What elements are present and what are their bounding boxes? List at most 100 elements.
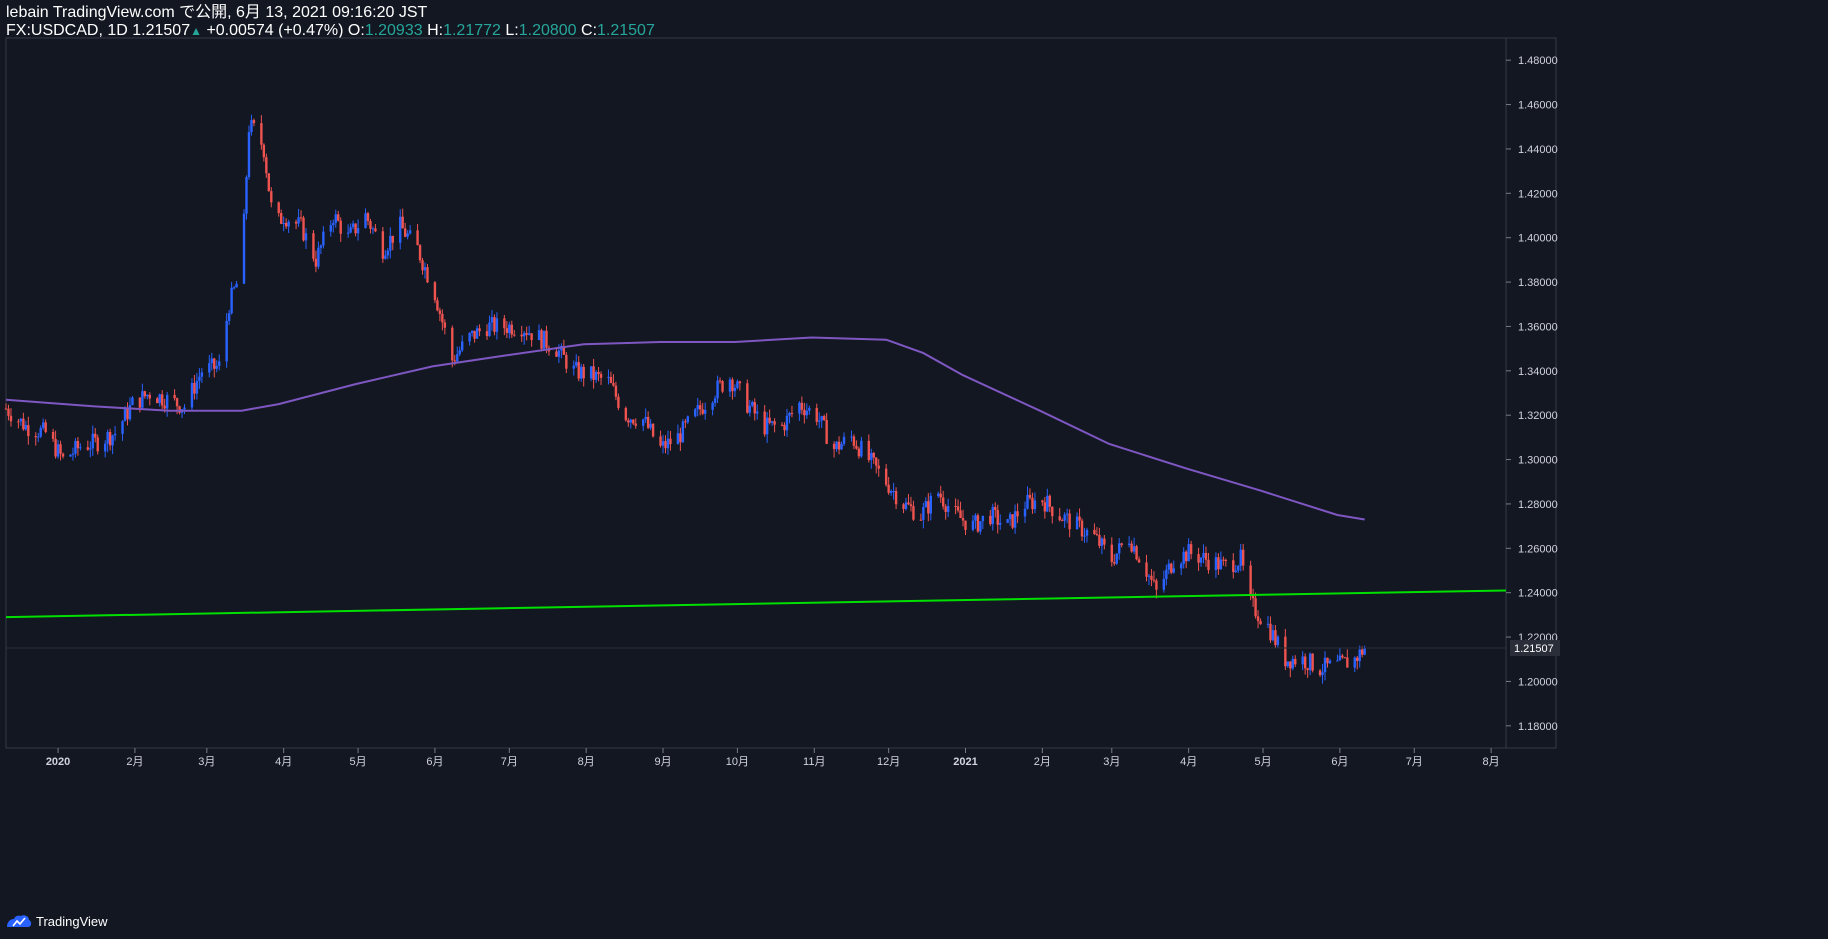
candle: [681, 419, 685, 443]
candle: [1103, 535, 1106, 550]
time-axis[interactable]: 2020 2月 3月 4月 5月 6月 7月 8月 9月 10月 11月 12月 2021 2月 3月 4月 5…: [46, 748, 1500, 768]
candle-body: [840, 443, 843, 450]
candle-body: [686, 416, 690, 423]
x-tick-label: 8月: [578, 756, 595, 768]
candle: [34, 432, 37, 446]
candle-body: [855, 445, 858, 449]
candle-body: [525, 333, 528, 335]
x-tick-label: 5月: [1254, 756, 1271, 768]
candle-body: [1170, 563, 1173, 573]
candle-body: [106, 432, 109, 444]
x-tick-label: 10月: [726, 756, 749, 768]
candle-body: [974, 515, 977, 521]
candle-body: [530, 333, 533, 341]
candle: [560, 343, 563, 359]
candle-body: [808, 407, 811, 411]
candle-body: [599, 374, 603, 378]
candle: [852, 434, 856, 450]
candle-body: [822, 416, 826, 420]
candle-body: [694, 409, 697, 417]
candle: [1130, 540, 1133, 553]
candle-body: [736, 381, 739, 388]
candle-body: [1276, 636, 1280, 646]
candle: [696, 397, 699, 417]
x-tick-label: 7月: [501, 756, 518, 768]
candle-body: [1254, 598, 1257, 617]
candle-body: [912, 506, 915, 520]
candle-body: [800, 402, 804, 410]
candle-body: [721, 381, 724, 392]
candle-body: [1219, 559, 1223, 570]
y-tick-label: 1.24000: [1518, 588, 1558, 600]
trendline-series[interactable]: [5, 589, 1507, 619]
candle: [607, 369, 610, 385]
candle-body: [468, 332, 471, 342]
candle-body: [490, 317, 494, 323]
candle: [356, 219, 360, 241]
candle-body: [351, 223, 355, 228]
candle-body: [163, 405, 166, 409]
candle-body: [805, 410, 809, 416]
candle: [748, 399, 752, 417]
candle-body: [74, 440, 77, 454]
candle-body: [696, 405, 699, 410]
candle: [961, 509, 965, 527]
candle-body: [265, 157, 268, 174]
candle: [679, 427, 682, 451]
price-chart[interactable]: 1.180001.200001.220001.240001.260001.280…: [0, 0, 1828, 939]
candle: [1152, 571, 1156, 583]
candle-body: [537, 330, 541, 341]
candle-body: [1346, 657, 1349, 668]
footer-brand[interactable]: TradingView: [6, 910, 108, 932]
candle-body: [684, 421, 687, 423]
candle: [1294, 655, 1297, 667]
candle-body: [1274, 630, 1277, 646]
candle: [592, 358, 595, 389]
candle-body: [1241, 549, 1245, 566]
candle: [252, 118, 256, 127]
candle-body: [1308, 653, 1312, 671]
candle-body: [1356, 657, 1359, 662]
candle: [458, 346, 461, 357]
candle: [971, 515, 975, 532]
candle-body: [1100, 538, 1104, 546]
candle: [91, 425, 94, 456]
candle: [609, 371, 613, 384]
candle-body: [391, 235, 394, 243]
candle-body: [252, 120, 256, 124]
candle: [1051, 506, 1054, 524]
candle: [329, 220, 332, 237]
candle: [520, 325, 523, 342]
candle: [686, 415, 690, 425]
candle: [718, 377, 722, 384]
candle-body: [751, 402, 754, 406]
candle-body: [242, 213, 246, 284]
candle-body: [634, 423, 637, 426]
candle: [614, 381, 618, 401]
candle: [7, 404, 10, 421]
candle-body: [837, 441, 841, 450]
candle: [436, 297, 439, 312]
candle-body: [24, 425, 28, 430]
candle: [594, 370, 598, 383]
candle: [770, 420, 774, 426]
candle: [694, 408, 697, 418]
candle: [941, 490, 945, 510]
candle: [1202, 544, 1205, 564]
candlestick-series[interactable]: [4, 114, 1366, 684]
candle: [1083, 527, 1086, 543]
candle: [389, 227, 392, 259]
price-axis[interactable]: 1.180001.200001.220001.240001.260001.280…: [6, 55, 1560, 733]
candle: [919, 513, 923, 521]
x-tick-label: 2月: [1034, 756, 1051, 768]
candle-body: [1113, 562, 1116, 564]
candle-body: [453, 360, 456, 362]
candle: [193, 375, 196, 400]
candle-body: [1058, 516, 1061, 521]
candle: [74, 438, 77, 458]
candle-body: [418, 245, 422, 261]
tradingview-logo-icon: [7, 915, 32, 927]
candle: [1237, 564, 1240, 573]
candle: [158, 393, 161, 407]
candle-body: [190, 382, 194, 408]
